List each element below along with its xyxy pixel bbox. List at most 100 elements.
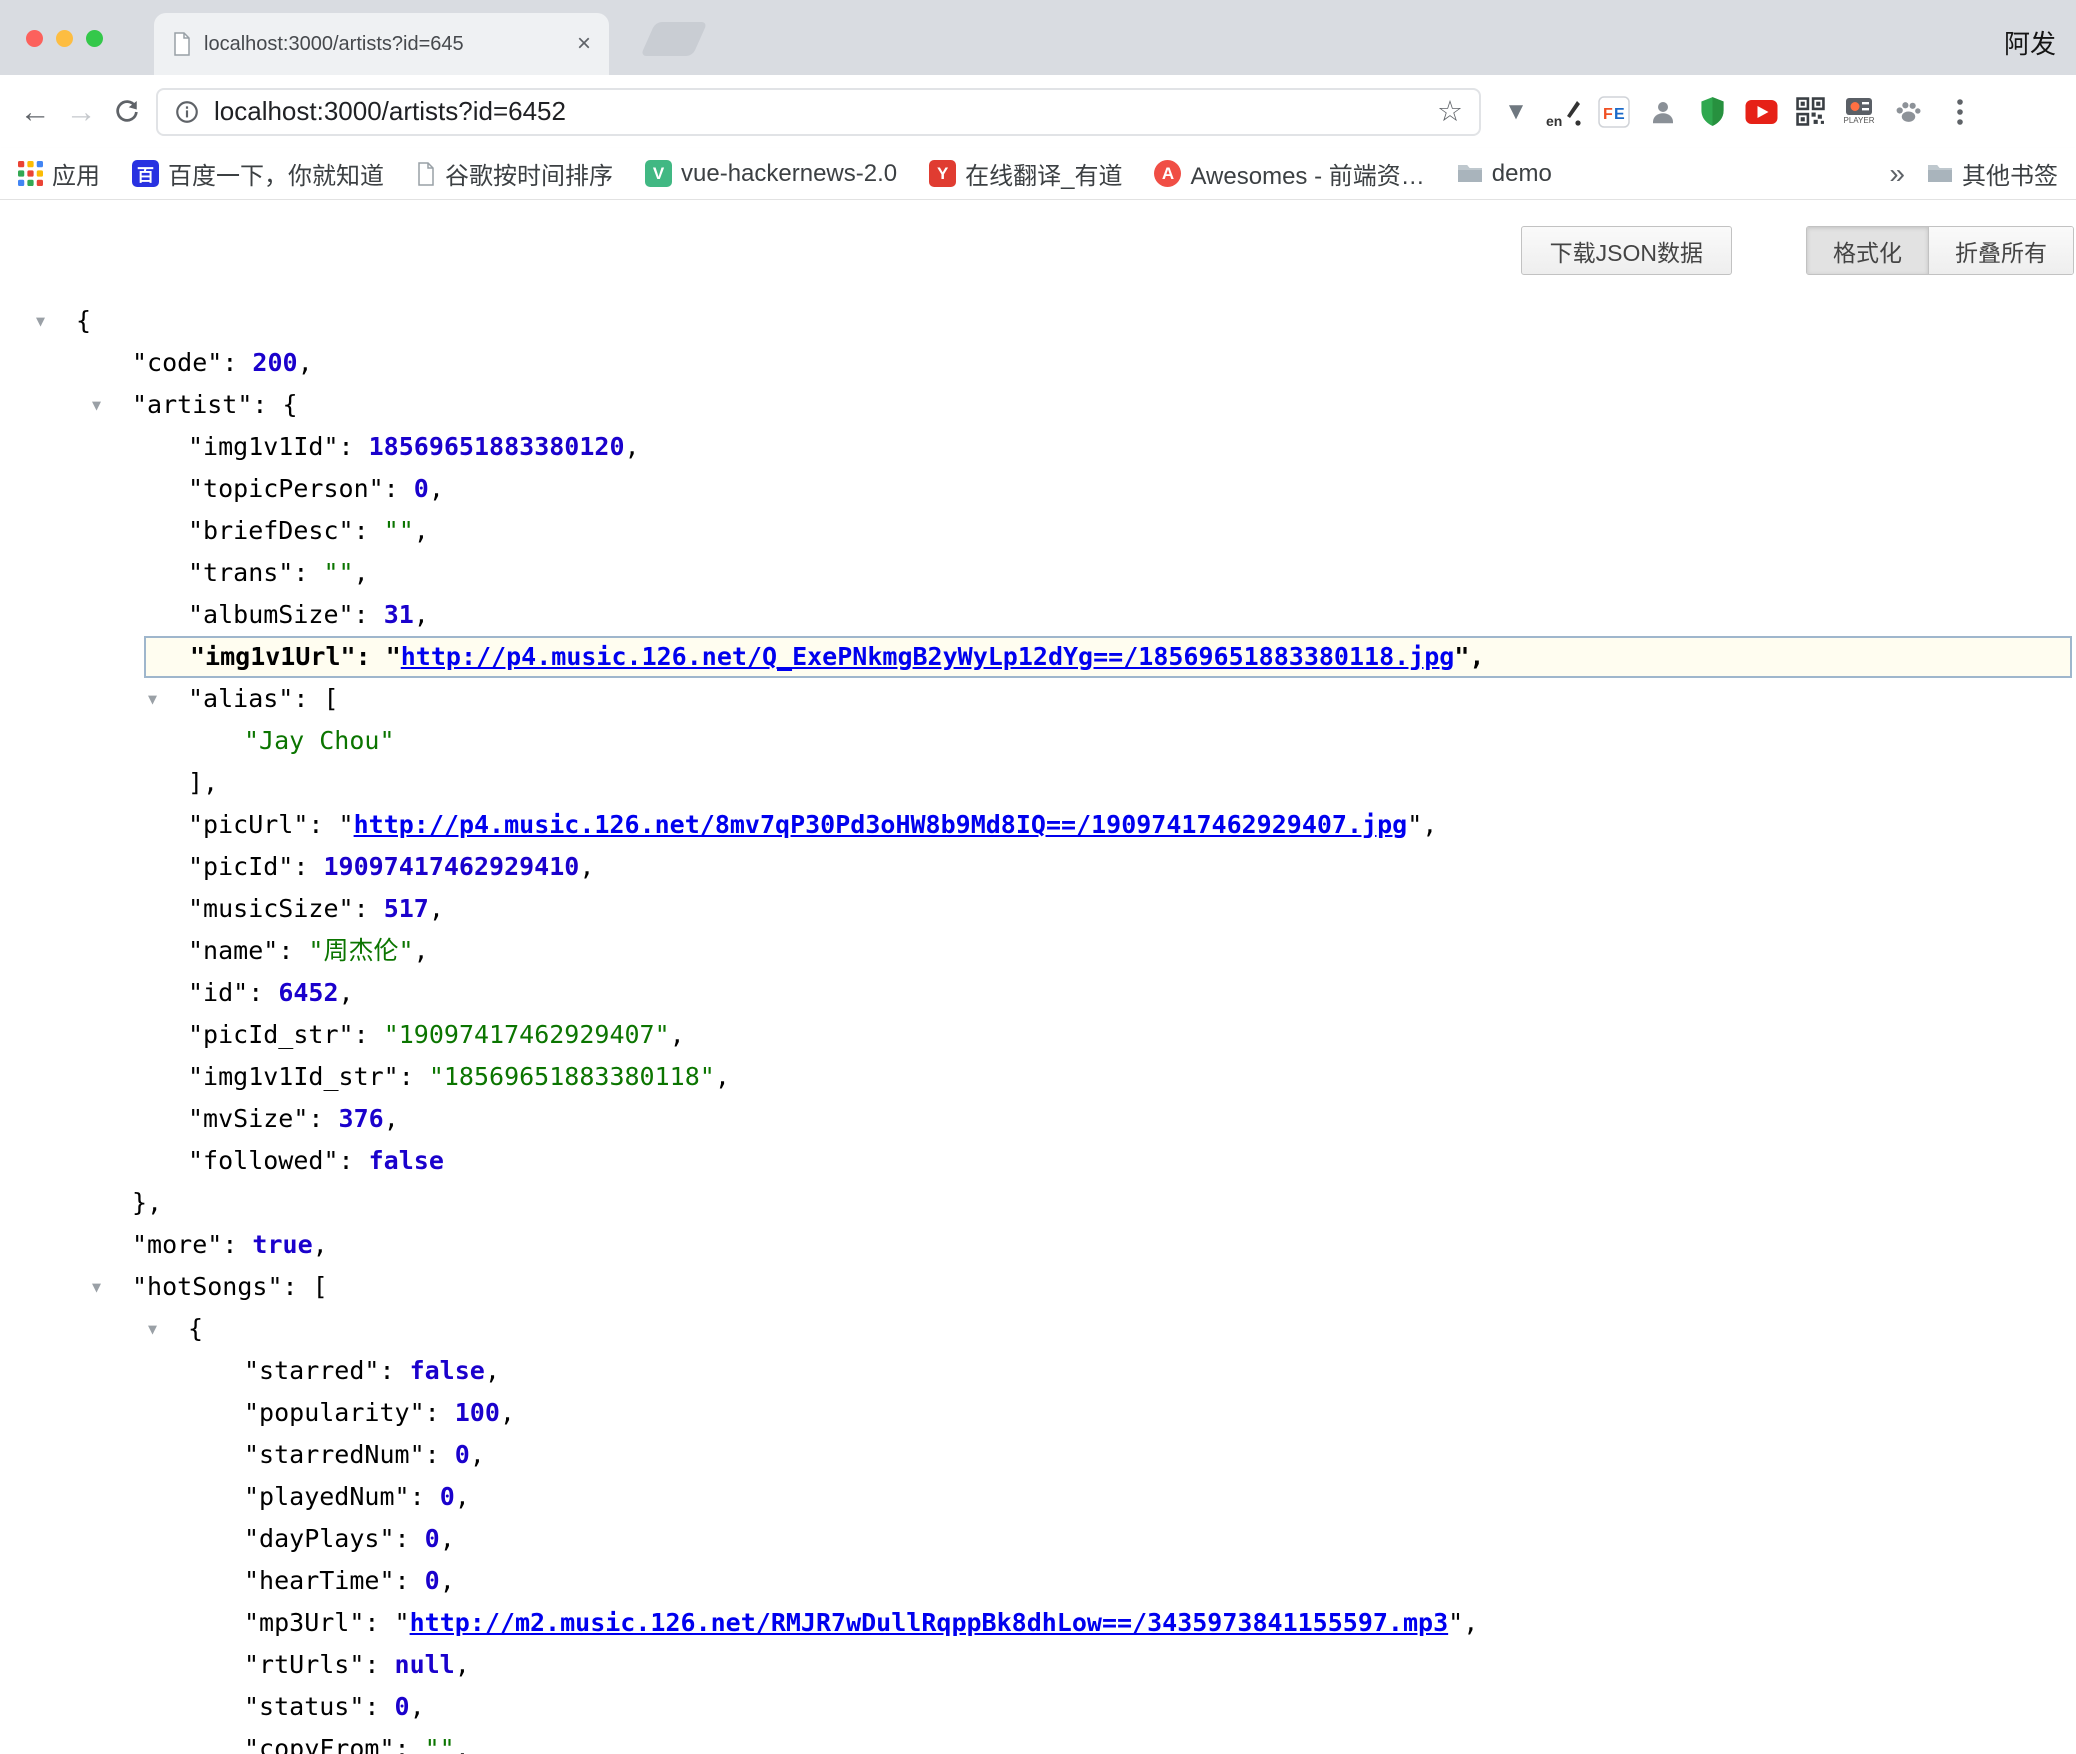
json-punct: " — [1448, 1608, 1463, 1637]
bookmark-label: 百度一下，你就知道 — [168, 156, 384, 191]
json-key: "briefDesc" — [188, 516, 354, 545]
url-bar[interactable]: localhost:3000/artists?id=6452 ☆ — [156, 88, 1481, 136]
collapse-toggle-icon[interactable]: ▼ — [92, 384, 101, 426]
window-close-button[interactable] — [26, 30, 43, 47]
json-key: "followed" — [188, 1146, 339, 1175]
youdao-icon: Y — [929, 160, 956, 187]
collapse-toggle-icon[interactable]: ▼ — [92, 1266, 101, 1308]
json-punct: , — [429, 474, 444, 503]
json-key: "popularity" — [244, 1398, 425, 1427]
reload-button[interactable] — [104, 89, 150, 135]
download-json-button[interactable]: 下载JSON数据 — [1521, 226, 1732, 275]
json-value-string: "Jay Chou" — [244, 726, 395, 755]
extension-translate-button[interactable]: en — [1544, 89, 1586, 135]
json-key: "id" — [188, 978, 248, 1007]
json-line: "dayPlays": 0, — [0, 1518, 2076, 1560]
json-punct: : — [354, 600, 384, 629]
json-key: "musicSize" — [188, 894, 354, 923]
url-text[interactable]: localhost:3000/artists?id=6452 — [214, 96, 1437, 127]
json-line: "briefDesc": "", — [0, 510, 2076, 552]
extension-account-button[interactable] — [1642, 89, 1684, 135]
browser-profile-name[interactable]: 阿发 — [2004, 24, 2056, 61]
svg-text:F: F — [1603, 106, 1613, 123]
collapse-all-button[interactable]: 折叠所有 — [1928, 227, 2073, 274]
json-value-number: null — [395, 1650, 455, 1679]
json-punct: : { — [252, 390, 297, 419]
json-punct: : — [339, 1146, 369, 1175]
json-url-link[interactable]: http://m2.music.126.net/RMJR7wDullRqppBk… — [410, 1608, 1449, 1637]
json-key: "more" — [132, 1230, 222, 1259]
json-punct: : — [395, 1566, 425, 1595]
browser-menu-button[interactable] — [1937, 89, 1983, 135]
json-line: "albumSize": 31, — [0, 594, 2076, 636]
json-punct: : — [308, 810, 338, 839]
json-key: "name" — [188, 936, 278, 965]
json-punct: " — [339, 810, 354, 839]
json-punct: : — [222, 348, 252, 377]
extension-icons: ▼ en F E — [1495, 89, 1929, 135]
player-label: PLAYER — [1844, 116, 1875, 125]
json-value-number: 0 — [414, 474, 429, 503]
json-url-link[interactable]: http://p4.music.126.net/Q_ExePNkmgB2yWyL… — [401, 642, 1455, 671]
bookmark-label: 应用 — [52, 156, 100, 191]
bookmark-youdao-translate[interactable]: Y 在线翻译_有道 — [929, 156, 1122, 191]
json-punct: : — [356, 642, 386, 671]
new-tab-button[interactable] — [640, 22, 707, 56]
json-punct: , — [485, 1356, 500, 1385]
json-punct: , — [1463, 1608, 1478, 1637]
bookmarks-bar: 应用 百 百度一下，你就知道 谷歌按时间排序 V vue-hackernews-… — [0, 148, 2076, 200]
json-value-number: 0 — [425, 1524, 440, 1553]
json-line: ▼{ — [0, 1308, 2076, 1350]
tab-close-icon[interactable]: × — [577, 32, 591, 56]
json-line: "id": 6452, — [0, 972, 2076, 1014]
json-punct: , — [500, 1398, 515, 1427]
qrcode-icon — [1796, 97, 1825, 126]
other-bookmarks-folder[interactable]: 其他书签 — [1927, 156, 2058, 191]
page-content: 下载JSON数据 格式化 折叠所有 ▼{"code": 200,▼"artist… — [0, 200, 2076, 1754]
page-info-icon[interactable] — [174, 99, 200, 125]
bookmarks-overflow-chevron[interactable]: » — [1889, 158, 1905, 190]
bookmark-star-icon[interactable]: ☆ — [1437, 94, 1463, 129]
json-url-link[interactable]: http://p4.music.126.net/8mv7qP30Pd3oHW8b… — [354, 810, 1408, 839]
json-punct: : — [399, 1062, 429, 1091]
extension-shield-button[interactable] — [1691, 89, 1733, 135]
bookmark-vue-hackernews[interactable]: V vue-hackernews-2.0 — [645, 160, 897, 188]
extension-player-button[interactable]: PLAYER — [1838, 89, 1880, 135]
bookmark-apps[interactable]: 应用 — [18, 156, 100, 191]
json-punct: , — [1469, 642, 1484, 671]
json-punct: , — [313, 1230, 328, 1259]
apps-grid-icon — [18, 161, 43, 186]
format-button[interactable]: 格式化 — [1807, 227, 1928, 274]
back-button[interactable]: ← — [12, 89, 58, 135]
json-punct: , — [298, 348, 313, 377]
json-value-number: 0 — [425, 1566, 440, 1595]
json-key: "trans" — [188, 558, 293, 587]
json-line: "status": 0, — [0, 1686, 2076, 1728]
collapse-toggle-icon[interactable]: ▼ — [36, 300, 45, 342]
bookmark-google-sort[interactable]: 谷歌按时间排序 — [416, 156, 613, 191]
json-line: "starredNum": 0, — [0, 1434, 2076, 1476]
extension-youtube-button[interactable] — [1740, 89, 1782, 135]
window-minimize-button[interactable] — [56, 30, 73, 47]
bookmark-demo-folder[interactable]: demo — [1457, 160, 1552, 188]
extension-paw-button[interactable] — [1887, 89, 1929, 135]
json-punct: : — [293, 852, 323, 881]
window-zoom-button[interactable] — [86, 30, 103, 47]
browser-tab[interactable]: localhost:3000/artists?id=645 × — [154, 13, 609, 75]
json-punct: : — [384, 474, 414, 503]
json-punct: : — [308, 1104, 338, 1133]
collapse-toggle-icon[interactable]: ▼ — [148, 1308, 157, 1350]
bookmark-awesomes[interactable]: A Awesomes - 前端资… — [1154, 156, 1424, 191]
tab-strip: localhost:3000/artists?id=645 × 阿发 — [0, 0, 2076, 75]
json-value-number: 31 — [384, 600, 414, 629]
extension-qrcode-button[interactable] — [1789, 89, 1831, 135]
extension-fe-button[interactable]: F E — [1593, 89, 1635, 135]
player-icon — [1846, 98, 1872, 115]
reload-icon — [112, 97, 142, 127]
collapse-toggle-icon[interactable]: ▼ — [148, 678, 157, 720]
json-line: ▼"artist": { — [0, 384, 2076, 426]
json-key: "hotSongs" — [132, 1272, 283, 1301]
extension-vimium-button[interactable]: ▼ — [1495, 89, 1537, 135]
bookmark-baidu[interactable]: 百 百度一下，你就知道 — [132, 156, 384, 191]
json-value-number: 0 — [455, 1440, 470, 1469]
